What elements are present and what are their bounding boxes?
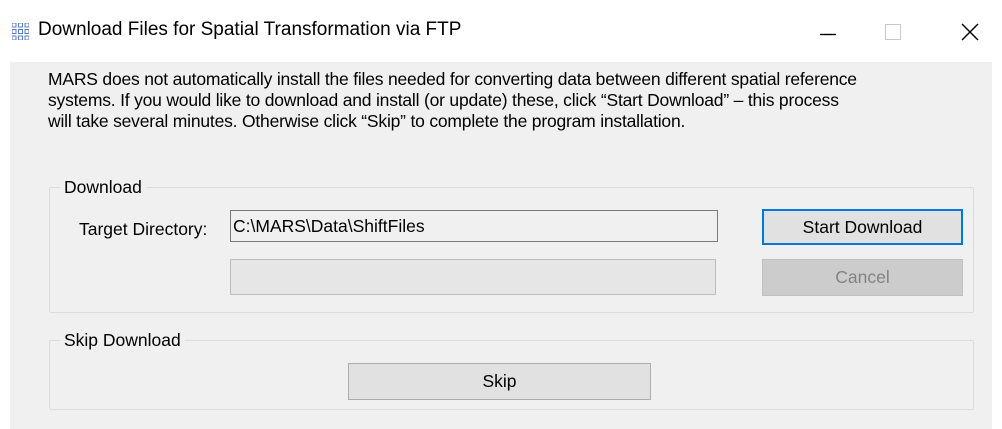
info-message-line: MARS does not automatically install the … (48, 69, 857, 89)
grid-app-icon (11, 22, 30, 41)
start-download-button[interactable]: Start Download (762, 209, 963, 245)
dialog-window: Download Files for Spatial Transformatio… (0, 0, 1002, 429)
close-icon (961, 23, 979, 41)
minimize-button[interactable] (800, 0, 856, 62)
info-message: MARS does not automatically install the … (48, 69, 988, 132)
skip-download-groupbox: Skip Download Skip (49, 330, 974, 410)
skip-button[interactable]: Skip (348, 363, 651, 400)
skip-group-legend: Skip Download (60, 330, 185, 350)
download-groupbox: Download Target Directory: Start Downloa… (49, 177, 974, 313)
info-message-line: will take several minutes. Otherwise cli… (48, 111, 686, 131)
maximize-button[interactable] (866, 0, 922, 62)
dialog-client-area: MARS does not automatically install the … (10, 62, 992, 429)
window-title: Download Files for Spatial Transformatio… (38, 19, 462, 40)
target-directory-label: Target Directory: (79, 219, 208, 239)
info-message-line: systems. If you would like to download a… (48, 90, 839, 110)
title-bar[interactable]: Download Files for Spatial Transformatio… (0, 0, 1002, 62)
target-directory-input[interactable] (230, 210, 718, 242)
close-button[interactable] (942, 0, 998, 62)
download-group-legend: Download (60, 177, 146, 197)
maximize-icon (885, 24, 901, 40)
minimize-icon (820, 33, 836, 36)
download-progress-bar (230, 259, 716, 295)
cancel-button[interactable]: Cancel (762, 259, 963, 296)
